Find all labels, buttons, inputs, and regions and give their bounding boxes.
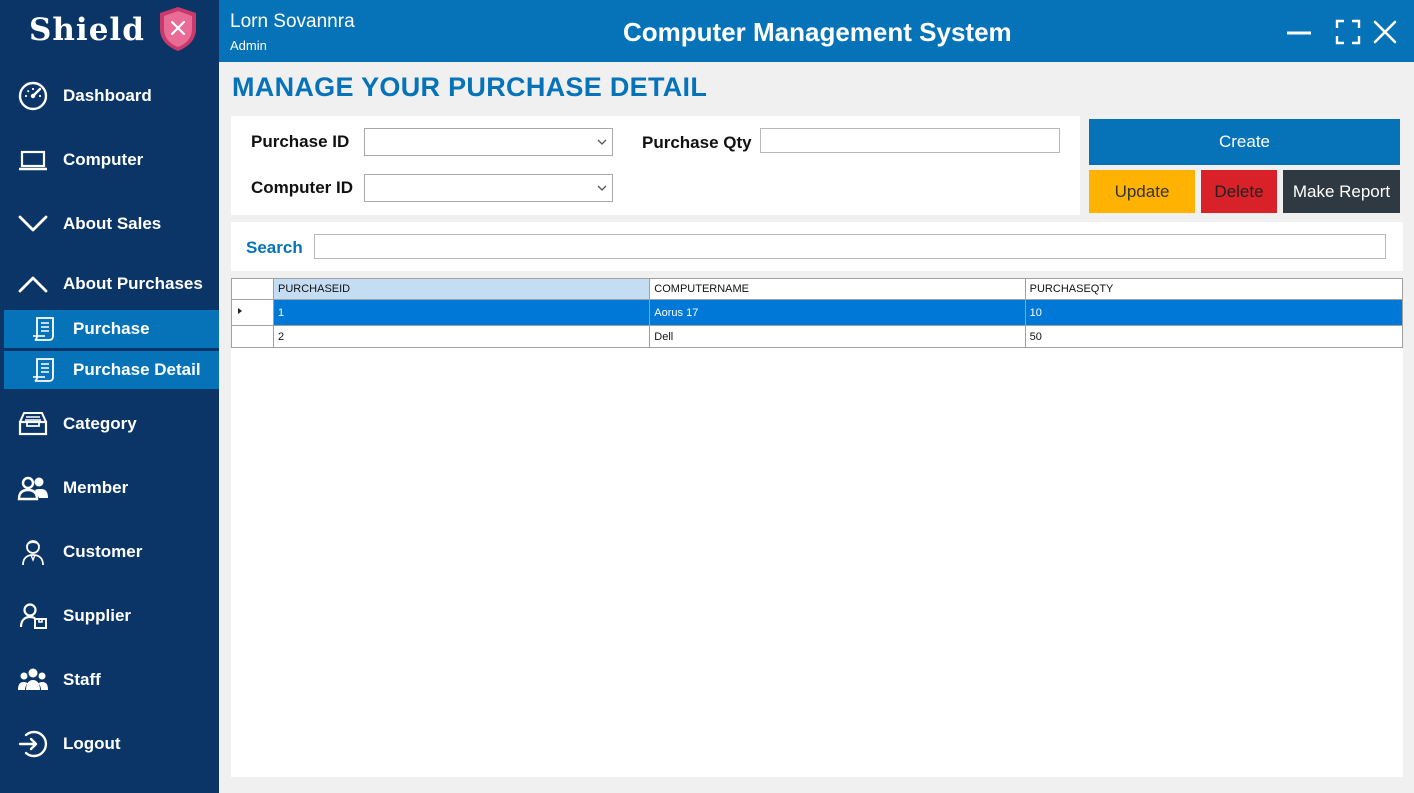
sidebar-item-computer[interactable]: Computer xyxy=(0,136,219,184)
sidebar-subitem-label: Purchase Detail xyxy=(73,360,201,379)
sidebar-subitem-purchase-detail[interactable]: Purchase Detail xyxy=(4,351,219,389)
sidebar-item-supplier[interactable]: Supplier xyxy=(0,592,219,640)
row-pointer-icon xyxy=(238,308,242,314)
sidebar-item-label: About Sales xyxy=(63,214,162,233)
sidebar-subitem-label: Purchase xyxy=(73,319,150,338)
column-header-purchaseid[interactable]: PURCHASEID xyxy=(272,278,651,300)
update-button[interactable]: Update xyxy=(1089,170,1195,213)
sidebar-item-label: Staff xyxy=(63,670,101,689)
sidebar-subitem-purchase[interactable]: Purchase xyxy=(4,310,219,348)
chevron-down-icon xyxy=(597,185,607,191)
column-header-computername[interactable]: COMPUTERNAME xyxy=(649,278,1026,300)
sidebar-item-about-purchases[interactable]: About Purchases xyxy=(0,260,219,308)
table-cell[interactable]: Dell xyxy=(649,325,1026,348)
shield-icon xyxy=(156,5,200,53)
minimize-icon xyxy=(1287,31,1311,35)
purchase-qty-label: Purchase Qty xyxy=(642,133,752,152)
sidebar-item-label: Category xyxy=(63,414,137,433)
person-icon xyxy=(17,536,49,568)
user-role: Admin xyxy=(230,38,267,53)
purchase-id-combo[interactable] xyxy=(364,128,613,156)
sidebar-item-label: Supplier xyxy=(63,606,132,625)
app-title: Computer Management System xyxy=(623,17,1012,47)
logout-icon xyxy=(17,728,49,760)
header-bar: Lorn Sovannra Admin Computer Management … xyxy=(219,0,1414,62)
sidebar-item-staff[interactable]: Staff xyxy=(0,656,219,704)
brand: Shield xyxy=(0,0,219,62)
computer-id-combo[interactable] xyxy=(364,174,613,202)
table-cell[interactable]: 50 xyxy=(1024,325,1404,348)
row-header-selected[interactable] xyxy=(231,299,274,326)
table-cell[interactable]: Aorus 17 xyxy=(649,299,1026,326)
search-input[interactable] xyxy=(314,234,1386,259)
sidebar-item-member[interactable]: Member xyxy=(0,464,219,512)
document-icon xyxy=(32,357,56,383)
action-button-panel: Create Update Delete Make Report xyxy=(1085,116,1403,215)
make-report-button[interactable]: Make Report xyxy=(1283,170,1400,213)
dashboard-gauge-icon xyxy=(17,80,49,112)
table-row[interactable]: 2 Dell 50 xyxy=(231,325,1404,348)
grid-header-row: PURCHASEID COMPUTERNAME PURCHASEQTY xyxy=(231,278,1404,300)
inbox-tray-icon xyxy=(17,408,49,440)
chevron-down-icon xyxy=(597,139,607,145)
search-panel: Search xyxy=(231,222,1403,271)
laptop-icon xyxy=(17,144,49,176)
purchase-qty-input[interactable] xyxy=(760,128,1060,153)
row-header-corner xyxy=(231,278,274,300)
row-header[interactable] xyxy=(231,325,274,348)
sidebar-item-label: Computer xyxy=(63,150,144,169)
sidebar-item-label: Member xyxy=(63,478,129,497)
sidebar-item-logout[interactable]: Logout xyxy=(0,720,219,768)
group-icon xyxy=(17,664,49,696)
sidebar-item-label: Dashboard xyxy=(63,86,152,105)
data-grid-panel: PURCHASEID COMPUTERNAME PURCHASEQTY 1 Ao… xyxy=(231,278,1404,777)
sidebar-item-category[interactable]: Category xyxy=(0,400,219,448)
users-icon xyxy=(17,472,49,504)
sidebar: Shield Dashboard Computer About Sales Ab… xyxy=(0,0,219,793)
supplier-icon xyxy=(17,600,49,632)
sidebar-item-label: Customer xyxy=(63,542,143,561)
search-label: Search xyxy=(246,238,303,257)
create-button[interactable]: Create xyxy=(1089,119,1400,165)
user-name: Lorn Sovannra xyxy=(230,11,355,32)
purchase-id-label: Purchase ID xyxy=(251,132,350,151)
form-panel: Purchase ID Computer ID Purchase Qty xyxy=(231,116,1080,215)
delete-button[interactable]: Delete xyxy=(1201,170,1277,213)
table-cell[interactable]: 2 xyxy=(272,325,651,348)
chevron-up-icon xyxy=(17,268,49,300)
sidebar-item-dashboard[interactable]: Dashboard xyxy=(0,72,219,120)
sidebar-item-customer[interactable]: Customer xyxy=(0,528,219,576)
document-icon xyxy=(32,316,56,342)
sidebar-item-label: Logout xyxy=(63,734,121,753)
purchase-detail-grid: PURCHASEID COMPUTERNAME PURCHASEQTY 1 Ao… xyxy=(231,278,1404,348)
table-cell[interactable]: 1 xyxy=(272,299,651,326)
computer-id-label: Computer ID xyxy=(251,178,353,197)
maximize-icon xyxy=(1335,19,1361,45)
close-icon xyxy=(1373,20,1397,44)
maximize-button[interactable] xyxy=(1334,18,1362,46)
sidebar-item-about-sales[interactable]: About Sales xyxy=(0,200,219,248)
sidebar-item-label: About Purchases xyxy=(63,274,203,293)
minimize-button[interactable] xyxy=(1285,18,1313,46)
brand-name: Shield xyxy=(29,12,145,48)
page-title: MANAGE YOUR PURCHASE DETAIL xyxy=(232,72,708,102)
chevron-down-icon xyxy=(17,208,49,240)
table-cell[interactable]: 10 xyxy=(1024,299,1404,326)
table-row[interactable]: 1 Aorus 17 10 xyxy=(231,299,1404,326)
close-button[interactable] xyxy=(1371,18,1399,46)
column-header-purchaseqty[interactable]: PURCHASEQTY xyxy=(1024,278,1404,300)
